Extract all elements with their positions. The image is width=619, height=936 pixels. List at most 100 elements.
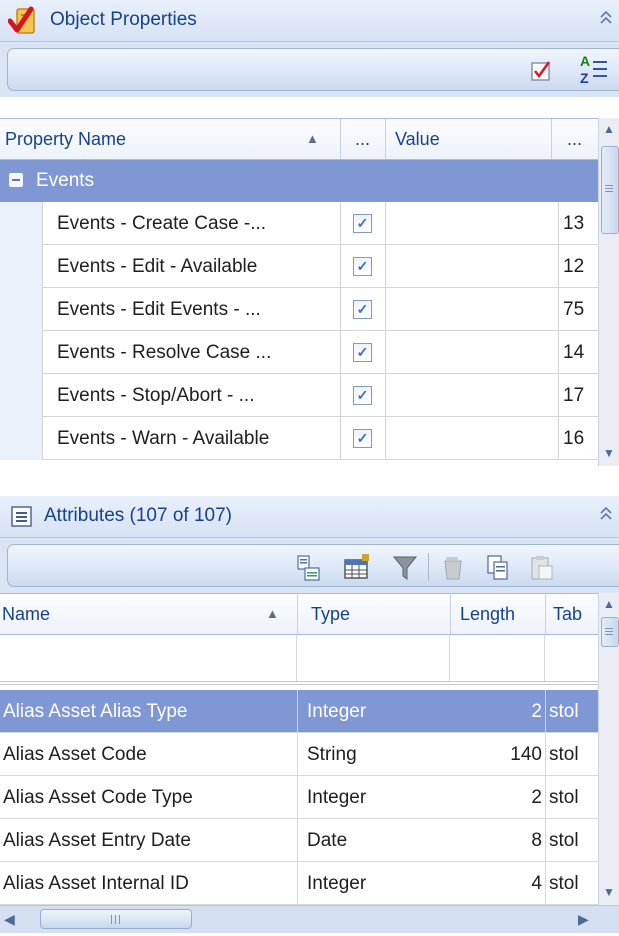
scrollbar-thumb[interactable] — [601, 146, 619, 234]
property-name: Events - Create Case -... — [57, 213, 267, 234]
filter-icon[interactable] — [392, 554, 418, 582]
copy-icon[interactable] — [485, 554, 511, 582]
paste-icon[interactable] — [529, 554, 555, 582]
column-header-table[interactable]: Tab — [545, 594, 598, 634]
column-header-length[interactable]: Length — [450, 594, 546, 634]
attribute-type: Date — [297, 819, 451, 862]
property-row[interactable]: Events - Edit Events - ... ✓ 75 — [0, 288, 598, 331]
checkbox-cell: ✓ — [340, 245, 386, 288]
filter-row — [0, 635, 598, 685]
scroll-up-icon[interactable]: ▲ — [600, 120, 618, 138]
attribute-length: 8 — [531, 830, 542, 851]
object-properties-title: Object Properties — [50, 9, 197, 30]
object-properties-header: Object Properties — [0, 0, 619, 42]
filter-table-input[interactable] — [545, 635, 598, 681]
row-indent — [0, 202, 43, 245]
row-indent — [0, 245, 43, 288]
properties-view-icon[interactable] — [296, 554, 322, 582]
attributes-horizontal-scrollbar[interactable]: ◀ ▶ — [0, 905, 619, 933]
property-extra-value: 16 — [558, 417, 599, 460]
property-row[interactable]: Events - Create Case -... ✓ 13 — [0, 202, 598, 245]
checkbox[interactable]: ✓ — [353, 386, 372, 405]
column-header-property-name[interactable]: Property Name — [0, 119, 341, 159]
group-label: Events — [36, 170, 95, 191]
property-name: Events - Warn - Available — [57, 428, 270, 449]
property-extra-value: 14 — [558, 331, 599, 374]
property-name: Events - Resolve Case ... — [57, 342, 272, 363]
property-extra-value: 13 — [558, 202, 599, 245]
property-name: Events - Stop/Abort - ... — [57, 385, 255, 406]
property-row[interactable]: Events - Stop/Abort - ... ✓ 17 — [0, 374, 598, 417]
column-header-check[interactable]: ... — [340, 119, 386, 159]
column-header-value[interactable]: Value — [385, 119, 552, 159]
table-row[interactable]: Alias Asset Internal ID Integer 4 stol — [0, 862, 598, 905]
column-header-name[interactable]: Name — [0, 594, 298, 634]
attribute-name: Alias Asset Code — [3, 744, 147, 765]
sort-alphabetical-icon[interactable]: A Z — [578, 53, 618, 89]
object-properties-icon — [7, 6, 40, 36]
table-grid-icon[interactable] — [342, 552, 372, 582]
object-properties-toolbar: A Z — [7, 48, 619, 91]
scroll-down-icon[interactable]: ▼ — [600, 883, 618, 901]
collapse-group-icon[interactable] — [9, 173, 23, 187]
collapse-chevron-icon[interactable] — [599, 9, 613, 29]
property-extra-value: 12 — [558, 245, 599, 288]
attributes-toolbar — [7, 544, 619, 587]
toolbar-separator — [428, 553, 429, 581]
attribute-table: stol — [545, 819, 599, 862]
group-row-events[interactable]: Events — [0, 160, 598, 202]
attribute-name: Alias Asset Internal ID — [3, 873, 189, 894]
az-bottom-letter: Z — [580, 70, 589, 86]
panel-splitter[interactable] — [0, 466, 619, 496]
checkbox-cell: ✓ — [340, 202, 386, 245]
az-top-letter: A — [580, 53, 591, 69]
attributes-grid-scrollbar[interactable]: ▲ ▼ — [598, 593, 619, 905]
checkbox-cell: ✓ — [340, 331, 386, 374]
column-header-extra[interactable]: ... — [551, 119, 598, 159]
attribute-length: 140 — [510, 744, 542, 765]
scroll-down-icon[interactable]: ▼ — [600, 444, 618, 462]
attributes-grid-header: Name ▲ Type Length Tab — [0, 593, 598, 635]
attribute-name: Alias Asset Alias Type — [3, 701, 188, 722]
row-indent — [0, 331, 43, 374]
scroll-right-icon[interactable]: ▶ — [578, 911, 589, 928]
attribute-table: stol — [545, 776, 599, 819]
row-indent — [0, 288, 43, 331]
sort-ascending-icon: ▲ — [306, 131, 319, 146]
table-row[interactable]: Alias Asset Alias Type Integer 2 stol — [0, 690, 598, 733]
checkbox[interactable]: ✓ — [353, 214, 372, 233]
table-row[interactable]: Alias Asset Entry Date Date 8 stol — [0, 819, 598, 862]
attribute-length: 4 — [531, 873, 542, 894]
checkbox[interactable]: ✓ — [353, 429, 372, 448]
scrollbar-thumb[interactable] — [601, 617, 619, 647]
filter-name-input[interactable] — [0, 635, 297, 681]
property-extra-value: 17 — [558, 374, 599, 417]
attribute-type: Integer — [297, 862, 451, 905]
delete-icon[interactable] — [441, 554, 465, 582]
filter-length-input[interactable] — [450, 635, 545, 681]
checkbox[interactable]: ✓ — [353, 257, 372, 276]
attributes-toolbar-strip — [0, 538, 619, 593]
table-row[interactable]: Alias Asset Code String 140 stol — [0, 733, 598, 776]
property-row[interactable]: Events - Warn - Available ✓ 16 — [0, 417, 598, 460]
property-grid-scrollbar[interactable]: ▲ ▼ — [598, 118, 619, 466]
checkbox[interactable]: ✓ — [353, 343, 372, 362]
property-name: Events - Edit Events - ... — [57, 299, 261, 320]
checkbox-filter-icon[interactable] — [530, 60, 552, 82]
property-row[interactable]: Events - Resolve Case ... ✓ 14 — [0, 331, 598, 374]
column-header-type[interactable]: Type — [297, 594, 451, 634]
horizontal-scrollbar-thumb[interactable] — [40, 909, 192, 929]
property-row[interactable]: Events - Edit - Available ✓ 12 — [0, 245, 598, 288]
collapse-chevron-icon[interactable] — [599, 505, 613, 525]
scroll-left-icon[interactable]: ◀ — [4, 911, 15, 928]
table-row[interactable]: Alias Asset Code Type Integer 2 stol — [0, 776, 598, 819]
checkbox[interactable]: ✓ — [353, 300, 372, 319]
scroll-up-icon[interactable]: ▲ — [600, 595, 618, 613]
property-extra-value: 75 — [558, 288, 599, 331]
property-name: Events - Edit - Available — [57, 256, 258, 277]
attribute-length: 2 — [531, 787, 542, 808]
attribute-length: 2 — [531, 701, 542, 722]
filter-type-input[interactable] — [297, 635, 450, 681]
attribute-name: Alias Asset Code Type — [3, 787, 193, 808]
attribute-table: stol — [545, 862, 599, 905]
